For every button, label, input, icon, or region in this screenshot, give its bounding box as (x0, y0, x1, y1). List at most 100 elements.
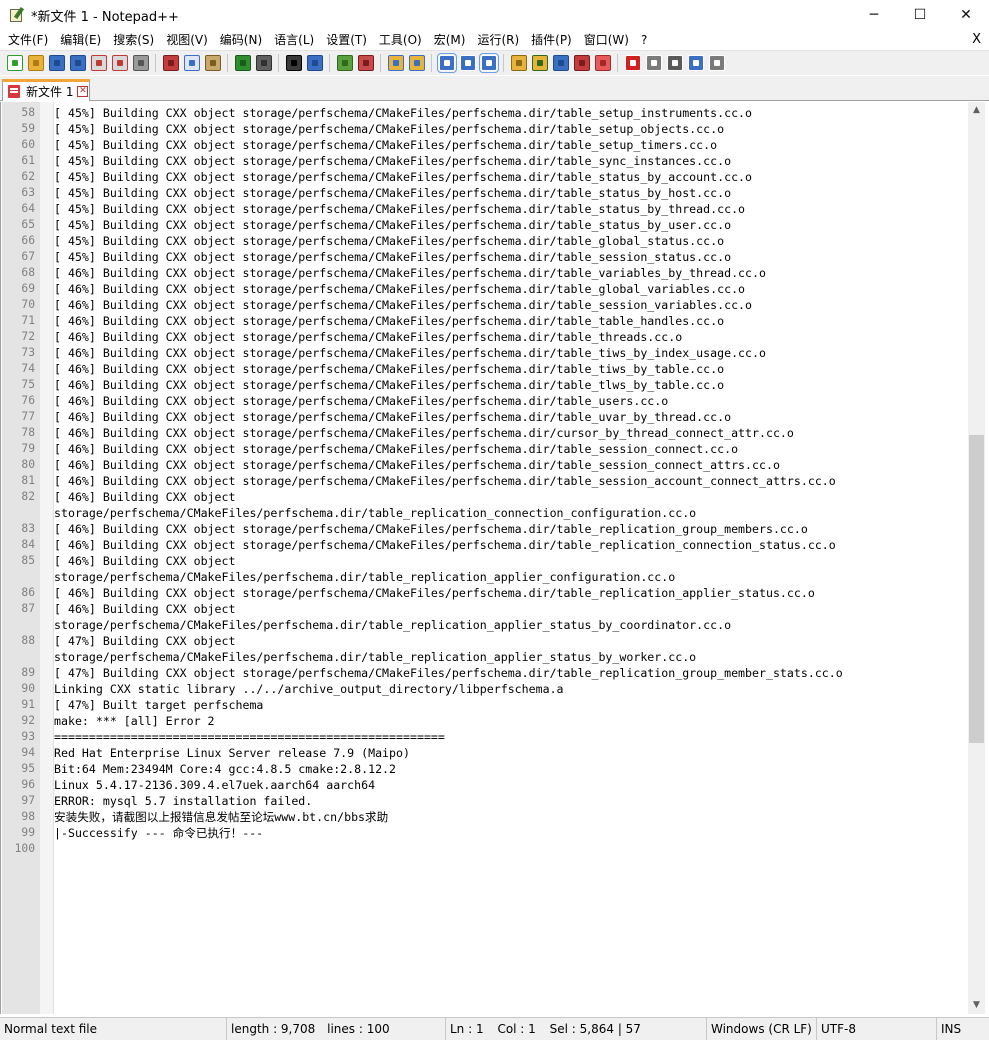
editor-line[interactable]: storage/perfschema/CMakeFiles/perfschema… (1, 649, 967, 665)
line-text[interactable]: storage/perfschema/CMakeFiles/perfschema… (54, 617, 731, 633)
line-text[interactable]: [ 45%] Building CXX object storage/perfs… (54, 121, 724, 137)
editor-line[interactable]: 98 安装失败，请截图以上报错信息发帖至论坛www.bt.cn/bbs求助 (1, 809, 967, 825)
line-text[interactable]: [ 46%] Building CXX object storage/perfs… (54, 441, 738, 457)
cut-icon[interactable] (163, 55, 179, 71)
line-text[interactable]: ERROR: mysql 5.7 installation failed. (54, 793, 312, 809)
editor-line[interactable]: 96 Linux 5.4.17-2136.309.4.el7uek.aarch64… (1, 777, 967, 793)
menu-item-11[interactable]: 窗口(W) (578, 30, 635, 50)
editor-line[interactable]: 95 Bit:64 Mem:23494M Core:4 gcc:4.8.5 cma… (1, 761, 967, 777)
menu-item-9[interactable]: 运行(R) (471, 30, 525, 50)
editor-line[interactable]: 97 ERROR: mysql 5.7 installation failed. (1, 793, 967, 809)
sync-vertical-icon[interactable] (388, 55, 404, 71)
line-text[interactable]: Linux 5.4.17-2136.309.4.el7uek.aarch64 a… (54, 777, 375, 793)
line-text[interactable]: [ 46%] Building CXX object (54, 601, 235, 617)
editor-line[interactable]: 83 [ 46%] Building CXX object storage/per… (1, 521, 967, 537)
line-text[interactable]: [ 46%] Building CXX object storage/perfs… (54, 393, 668, 409)
editor-line[interactable]: 78 [ 46%] Building CXX object storage/per… (1, 425, 967, 441)
document-map-icon[interactable] (532, 55, 548, 71)
maximize-button[interactable]: ☐ (897, 0, 943, 30)
editor-line[interactable]: 88 [ 47%] Building CXX object (1, 633, 967, 649)
editor-line[interactable]: 60 [ 45%] Building CXX object storage/per… (1, 137, 967, 153)
menu-item-3[interactable]: 视图(V) (160, 30, 214, 50)
line-text[interactable]: [ 47%] Building CXX object (54, 633, 235, 649)
line-text[interactable]: [ 46%] Building CXX object storage/perfs… (54, 281, 745, 297)
editor-line[interactable]: 66 [ 45%] Building CXX object storage/per… (1, 233, 967, 249)
line-text[interactable]: [ 46%] Building CXX object storage/perfs… (54, 377, 724, 393)
editor-line[interactable]: 58 [ 45%] Building CXX object storage/per… (1, 105, 967, 121)
line-text[interactable]: [ 45%] Building CXX object storage/perfs… (54, 233, 724, 249)
editor-line[interactable]: 93 ======================================… (1, 729, 967, 745)
editor-line[interactable]: 69 [ 46%] Building CXX object storage/per… (1, 281, 967, 297)
line-text[interactable]: [ 45%] Building CXX object storage/perfs… (54, 169, 752, 185)
editor-line[interactable]: 79 [ 46%] Building CXX object storage/per… (1, 441, 967, 457)
line-text[interactable]: [ 46%] Building CXX object storage/perfs… (54, 537, 836, 553)
line-text[interactable]: [ 46%] Building CXX object storage/perfs… (54, 329, 682, 345)
word-wrap-icon[interactable] (437, 53, 457, 73)
close-document-button[interactable]: X (972, 30, 981, 50)
menu-item-5[interactable]: 语言(L) (268, 30, 320, 50)
line-text[interactable]: [ 46%] Building CXX object storage/perfs… (54, 473, 836, 489)
editor-line[interactable]: 65 [ 45%] Building CXX object storage/per… (1, 217, 967, 233)
editor-line[interactable]: 74 [ 46%] Building CXX object storage/per… (1, 361, 967, 377)
function-list-icon[interactable] (553, 55, 569, 71)
line-text[interactable]: [ 46%] Building CXX object storage/perfs… (54, 313, 724, 329)
line-text[interactable]: [ 45%] Building CXX object storage/perfs… (54, 249, 731, 265)
editor-line[interactable]: 73 [ 46%] Building CXX object storage/per… (1, 345, 967, 361)
line-text[interactable]: make: *** [all] Error 2 (54, 713, 215, 729)
editor-area[interactable]: 58 [ 45%] Building CXX object storage/per… (0, 102, 989, 1014)
menu-item-2[interactable]: 搜索(S) (107, 30, 160, 50)
line-text[interactable]: [ 45%] Building CXX object storage/perfs… (54, 137, 717, 153)
menu-item-6[interactable]: 设置(T) (320, 30, 373, 50)
copy-icon[interactable] (184, 55, 200, 71)
paste-icon[interactable] (205, 55, 221, 71)
line-text[interactable]: [ 45%] Building CXX object storage/perfs… (54, 153, 731, 169)
editor-line[interactable]: 89 [ 47%] Building CXX object storage/per… (1, 665, 967, 681)
redo-icon[interactable] (256, 55, 272, 71)
line-text[interactable]: 安装失败，请截图以上报错信息发帖至论坛www.bt.cn/bbs求助 (54, 809, 388, 825)
find-icon[interactable] (286, 55, 302, 71)
save-all-icon[interactable] (70, 55, 86, 71)
editor-line[interactable]: 59 [ 45%] Building CXX object storage/per… (1, 121, 967, 137)
menu-item-10[interactable]: 插件(P) (525, 30, 578, 50)
line-text[interactable]: [ 45%] Building CXX object storage/perfs… (54, 105, 752, 121)
editor-line[interactable]: 81 [ 46%] Building CXX object storage/per… (1, 473, 967, 489)
menu-item-12[interactable]: ? (635, 30, 653, 50)
line-text[interactable]: [ 46%] Building CXX object storage/perfs… (54, 409, 731, 425)
line-text[interactable]: [ 45%] Building CXX object storage/perfs… (54, 217, 731, 233)
save-icon[interactable] (49, 55, 65, 71)
close-all-icon[interactable] (112, 55, 128, 71)
editor-line[interactable]: storage/perfschema/CMakeFiles/perfschema… (1, 505, 967, 521)
line-text[interactable]: [ 46%] Building CXX object storage/perfs… (54, 425, 794, 441)
new-file-icon[interactable] (7, 55, 23, 71)
editor-line[interactable]: 75 [ 46%] Building CXX object storage/per… (1, 377, 967, 393)
line-text[interactable]: storage/perfschema/CMakeFiles/perfschema… (54, 505, 696, 521)
editor-line[interactable]: 61 [ 45%] Building CXX object storage/per… (1, 153, 967, 169)
editor-line[interactable]: 68 [ 46%] Building CXX object storage/per… (1, 265, 967, 281)
play-macro-icon[interactable] (667, 55, 683, 71)
status-eol[interactable]: Windows (CR LF) (707, 1018, 817, 1040)
status-insert-mode[interactable]: INS (937, 1018, 989, 1040)
editor-line[interactable]: 63 [ 45%] Building CXX object storage/per… (1, 185, 967, 201)
menu-item-1[interactable]: 编辑(E) (54, 30, 107, 50)
editor-line[interactable]: 90 Linking CXX static library ../../archi… (1, 681, 967, 697)
editor-line[interactable]: 71 [ 46%] Building CXX object storage/per… (1, 313, 967, 329)
editor-line[interactable]: 85 [ 46%] Building CXX object (1, 553, 967, 569)
line-text[interactable]: storage/perfschema/CMakeFiles/perfschema… (54, 569, 675, 585)
sync-horizontal-icon[interactable] (409, 55, 425, 71)
open-file-icon[interactable] (28, 55, 44, 71)
line-text[interactable]: [ 46%] Building CXX object storage/perfs… (54, 265, 766, 281)
menu-item-4[interactable]: 编码(N) (214, 30, 268, 50)
editor-line[interactable]: 94 Red Hat Enterprise Linux Server releas… (1, 745, 967, 761)
editor-line[interactable]: 62 [ 45%] Building CXX object storage/per… (1, 169, 967, 185)
menu-item-8[interactable]: 宏(M) (428, 30, 472, 50)
line-text[interactable]: Bit:64 Mem:23494M Core:4 gcc:4.8.5 cmake… (54, 761, 396, 777)
editor-line[interactable]: 77 [ 46%] Building CXX object storage/per… (1, 409, 967, 425)
line-text[interactable]: [ 46%] Building CXX object storage/perfs… (54, 457, 780, 473)
menu-item-7[interactable]: 工具(O) (373, 30, 428, 50)
record-macro-icon[interactable] (625, 55, 641, 71)
replace-icon[interactable] (307, 55, 323, 71)
stop-macro-icon[interactable] (646, 55, 662, 71)
line-text[interactable]: [ 46%] Building CXX object storage/perfs… (54, 361, 724, 377)
editor-line[interactable]: 87 [ 46%] Building CXX object (1, 601, 967, 617)
editor-line[interactable]: 86 [ 46%] Building CXX object storage/per… (1, 585, 967, 601)
